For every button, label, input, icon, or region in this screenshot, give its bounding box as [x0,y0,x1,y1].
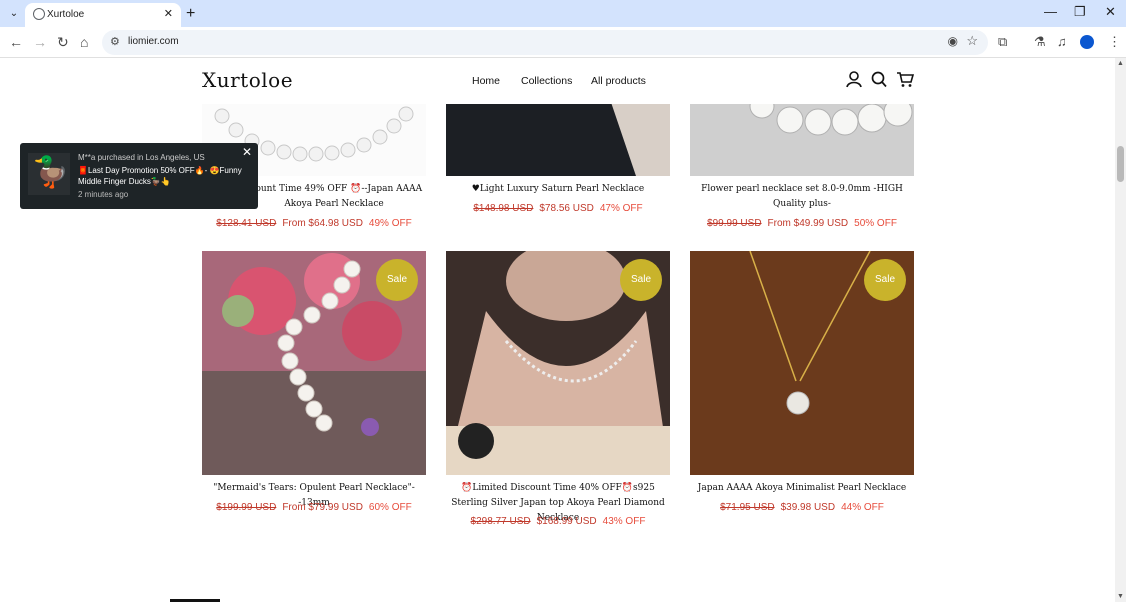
scroll-up-icon[interactable]: ▲ [1117,60,1124,67]
compare-price: $128.41 USD [216,218,277,229]
nav-home[interactable]: Home [472,75,500,87]
product-price-5: $298.77 USD $168.99 USD 43% OFF [446,516,670,527]
labs-icon[interactable]: ⚗ [1034,34,1046,50]
product-price-4: $199.99 USD From $79.99 USD 60% OFF [202,502,426,513]
reload-icon[interactable]: ↻ [57,34,69,51]
scrollbar-thumb[interactable] [1117,146,1124,182]
discount: 50% OFF [854,218,897,229]
page-scrollbar[interactable]: ▲ ▼ [1115,58,1126,602]
page-viewport: Xurtoloe Home Collections All products s… [0,58,1115,602]
menu-kebab-icon[interactable]: ⋮ [1108,34,1121,50]
compare-price: $99.99 USD [707,218,762,229]
scroll-down-icon[interactable]: ▼ [1117,593,1124,600]
home-icon[interactable]: ⌂ [80,34,88,50]
extensions-icon[interactable]: ⧉ [998,34,1007,50]
notification-product[interactable]: 🧧Last Day Promotion 50% OFF🔥- 😍Funny Mid… [78,165,248,187]
compare-price: $298.77 USD [470,516,531,527]
sale-price: From $79.99 USD [282,502,363,513]
notification-buyer: M**a purchased in Los Angeles, US [78,153,205,162]
discount: 44% OFF [841,502,884,513]
sale-price: $39.98 USD [780,502,836,513]
product-image-6[interactable]: Sale [690,251,914,475]
site-logo[interactable]: Xurtoloe [202,68,293,92]
site-info-icon[interactable]: ⚙ [110,35,120,48]
bookmark-star-icon[interactable]: ☆ [966,33,978,49]
minimize-icon[interactable]: — [1044,4,1057,19]
discount: 60% OFF [368,502,412,513]
sale-price: From $64.98 USD [282,218,363,229]
tab-search-chevron-icon[interactable]: ⌄ [6,6,22,22]
profile-avatar[interactable] [1080,35,1094,49]
tab-title: Xurtoloe [47,9,85,20]
eye-off-icon[interactable]: ◉ [948,34,958,48]
sale-price: From $49.99 USD [767,218,849,229]
globe-icon [33,8,45,20]
discount: 43% OFF [602,516,646,527]
purchase-notification[interactable]: 🦆 ✕ M**a purchased in Los Angeles, US 🧧L… [20,143,258,209]
notification-time: 2 minutes ago [78,190,129,199]
sale-badge: Sale [376,259,418,301]
url-text[interactable]: liomier.com [128,36,179,47]
tab-bar: ⌄ Xurtoloe ✕ + — ❐ ✕ [0,0,1126,27]
new-tab-button[interactable]: + [186,5,195,23]
site-header: Xurtoloe Home Collections All products [0,58,1115,104]
product-image-5[interactable]: Sale [446,251,670,475]
discount: 49% OFF [368,218,412,229]
browser-toolbar: ← → ↻ ⌂ ⚙ liomier.com ◉ ☆ ⧉ ⚗ ♫ ⋮ [0,27,1126,58]
duck-icon: 🦆 [32,156,70,189]
notification-thumbnail: 🦆 [28,153,70,195]
compare-price: $148.98 USD [473,203,534,214]
notification-close-icon[interactable]: ✕ [242,145,252,159]
compare-price: $199.99 USD [216,502,277,513]
sale-badge: Sale [864,259,906,301]
product-price-3: $99.99 USD From $49.99 USD 50% OFF [690,218,914,229]
forward-icon[interactable]: → [33,34,47,50]
sale-price: $78.56 USD [539,203,594,214]
product-title-6[interactable]: Japan AAAA Akoya Minimalist Pearl Neckla… [690,481,914,496]
compare-price: $71.95 USD [720,502,775,513]
search-icon[interactable] [871,71,887,93]
product-price-1: $128.41 USD From $64.98 USD 49% OFF [202,218,426,229]
media-icon[interactable]: ♫ [1057,34,1067,49]
product-price-6: $71.95 USD $39.98 USD 44% OFF [690,502,914,513]
address-bar[interactable]: ⚙ liomier.com ◉ ☆ [102,30,988,55]
window-close-icon[interactable]: ✕ [1105,4,1116,20]
back-icon[interactable]: ← [9,34,23,50]
product-title-3[interactable]: Flower pearl necklace set 8.0-9.0mm -HIG… [690,182,914,212]
account-icon[interactable] [846,71,862,93]
product-price-2: $148.98 USD $78.56 USD 47% OFF [446,203,670,214]
restore-icon[interactable]: ❐ [1074,4,1086,20]
cart-icon[interactable] [896,71,915,93]
nav-all-products[interactable]: All products [591,75,646,87]
active-tab[interactable]: Xurtoloe ✕ [25,3,181,27]
discount: 47% OFF [599,203,643,214]
tab-close-icon[interactable]: ✕ [164,7,173,20]
product-image-4[interactable]: Sale [202,251,426,475]
sale-badge: Sale [620,259,662,301]
product-title-2[interactable]: ♥Light Luxury Saturn Pearl Necklace [446,182,670,197]
nav-collections[interactable]: Collections [521,75,572,87]
sale-price: $168.99 USD [536,516,597,527]
